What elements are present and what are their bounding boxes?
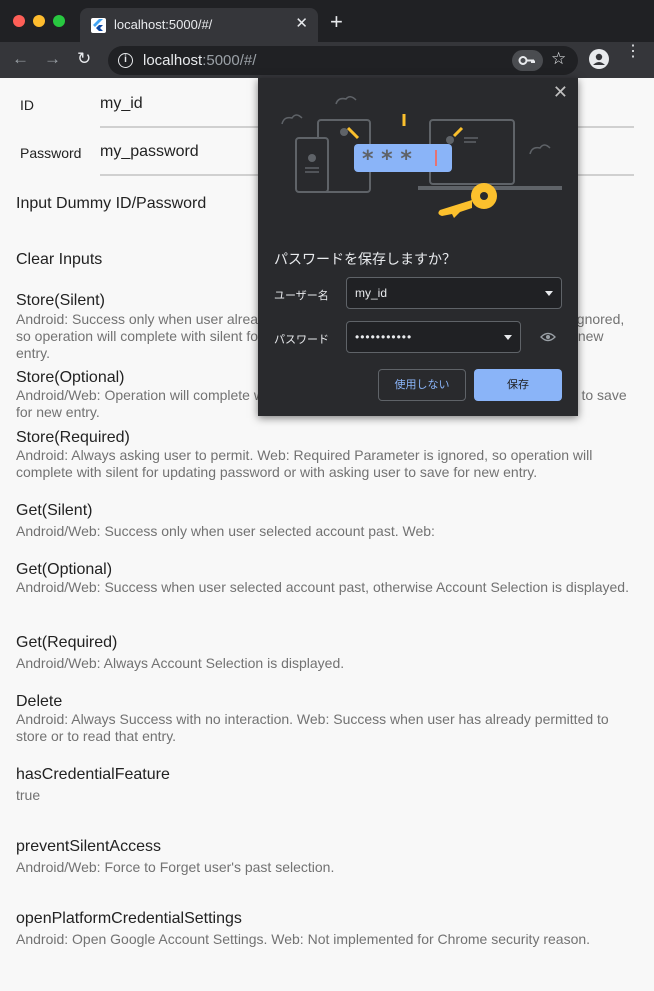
get-required-button[interactable]: Get(Required) [16,634,117,652]
store-silent-button[interactable]: Store(Silent) [16,292,105,310]
forward-arrow-icon[interactable]: → [44,49,61,69]
tab-close-icon[interactable]: ✕ [295,14,308,32]
has-credential-feature-value: true [16,787,41,803]
illustration-asterisks: * * * [362,147,412,172]
chevron-down-icon [545,291,553,296]
get-silent-button[interactable]: Get(Silent) [16,502,92,520]
password-label-dialog: パスワード [274,334,329,346]
get-silent-desc: Android/Web: Success only when user sele… [16,523,435,539]
save-password-dialog: ✕ * * * パスワードを保存しますか？ ユーザー名 my_id パスワード … [258,78,578,416]
new-tab-button[interactable]: + [330,11,343,33]
key-icon[interactable] [512,50,543,71]
flutter-favicon-icon [91,18,106,33]
has-credential-feature-button[interactable]: hasCredentialFeature [16,766,170,784]
maximize-window-button[interactable] [53,15,65,27]
username-value: my_id [355,286,388,300]
password-illustration: * * * [281,96,562,218]
eye-icon[interactable] [540,332,556,342]
get-optional-desc: Android/Web: Success when user selected … [16,579,629,595]
close-window-button[interactable] [13,15,25,27]
store-optional-button[interactable]: Store(Optional) [16,369,125,387]
store-required-desc: Android: Always asking user to permit. W… [16,447,593,480]
clear-inputs-button[interactable]: Clear Inputs [16,251,102,269]
bookmark-star-icon[interactable]: ☆ [551,49,566,69]
delete-button[interactable]: Delete [16,693,62,711]
profile-avatar-icon[interactable] [589,49,609,69]
password-input[interactable]: my_password [100,143,199,161]
browser-toolbar: ← → ↻ i localhost:5000/#/ ☆ ⋮ [0,42,654,78]
input-dummy-button[interactable]: Input Dummy ID/Password [16,195,206,213]
browser-tab[interactable]: localhost:5000/#/ ✕ [80,8,318,42]
chevron-down-icon [504,335,512,340]
tab-title: localhost:5000/#/ [114,17,213,32]
username-select[interactable]: my_id [346,277,562,309]
delete-desc: Android: Always Success with no interact… [16,711,609,744]
prevent-silent-access-desc: Android/Web: Force to Forget user's past… [16,859,335,875]
id-input[interactable]: my_id [100,95,143,113]
menu-dots-icon[interactable]: ⋮ [625,44,641,60]
password-masked-value: ••••••••••• [355,330,413,344]
password-select[interactable]: ••••••••••• [346,321,521,353]
never-button[interactable]: 使用しない [378,369,466,401]
address-bar[interactable]: i localhost:5000/#/ ☆ [108,46,578,75]
username-label: ユーザー名 [274,290,329,302]
minimize-window-button[interactable] [33,15,45,27]
get-optional-button[interactable]: Get(Optional) [16,561,112,579]
reload-icon[interactable]: ↻ [77,49,91,69]
id-label: ID [20,97,34,113]
open-platform-credential-settings-button[interactable]: openPlatformCredentialSettings [16,910,242,928]
password-label: Password [20,145,82,161]
dialog-title: パスワードを保存しますか？ [274,251,456,267]
back-arrow-icon[interactable]: ← [12,49,29,69]
browser-tabstrip: localhost:5000/#/ ✕ + [0,0,654,42]
store-required-button[interactable]: Store(Required) [16,429,130,447]
save-button[interactable]: 保存 [474,369,562,401]
url-text[interactable]: localhost:5000/#/ [143,52,256,69]
get-required-desc: Android/Web: Always Account Selection is… [16,655,345,671]
prevent-silent-access-button[interactable]: preventSilentAccess [16,838,161,856]
info-icon[interactable]: i [118,53,133,68]
open-platform-credential-settings-desc: Android: Open Google Account Settings. W… [16,931,591,947]
